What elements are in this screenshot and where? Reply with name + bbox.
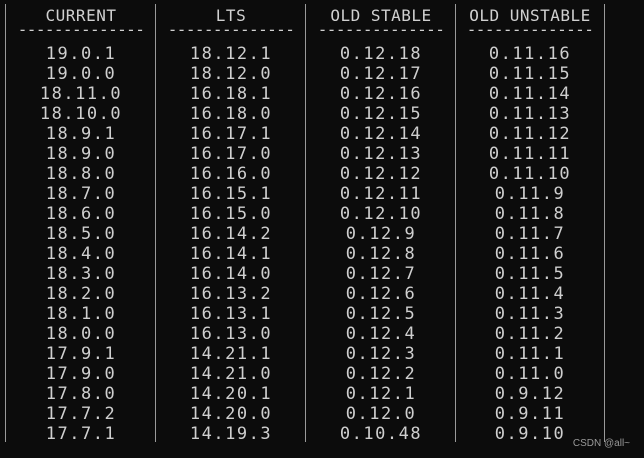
terminal-window: CURRENT -------------- 19.0.1 19.0.0 18.11… (0, 0, 644, 458)
version-cell: 0.11.9 (494, 184, 566, 204)
version-list-current: 19.0.1 19.0.0 18.11.0 18.10.0 18.9.1 18.9.0 18… (8, 44, 154, 444)
version-cell: 14.20.0 (189, 404, 273, 424)
version-cell: 17.9.1 (45, 344, 117, 364)
version-cell: 18.9.0 (45, 144, 117, 164)
version-list-old-stable: 0.12.18 0.12.17 0.12.16 0.12.15 0.12.14 0.12.… (308, 44, 454, 444)
version-cell: 0.11.6 (494, 244, 566, 264)
column-border-left (5, 4, 6, 442)
version-cell: 16.18.0 (189, 104, 273, 124)
version-cell: 0.11.10 (488, 164, 572, 184)
version-cell: 0.12.1 (345, 384, 417, 404)
header-separator: -------------- (466, 20, 594, 39)
version-cell: 0.11.1 (494, 344, 566, 364)
version-cell: 0.12.8 (345, 244, 417, 264)
version-cell: 0.11.7 (494, 224, 566, 244)
version-cell: 0.11.13 (488, 104, 572, 124)
version-cell: 16.14.1 (189, 244, 273, 264)
version-cell: 0.11.12 (488, 124, 572, 144)
version-cell: 0.12.10 (339, 204, 423, 224)
version-cell: 0.12.9 (345, 224, 417, 244)
version-cell: 0.12.12 (339, 164, 423, 184)
version-cell: 16.16.0 (189, 164, 273, 184)
version-cell: 17.9.0 (45, 364, 117, 384)
version-cell: 16.13.0 (189, 324, 273, 344)
version-cell: 18.10.0 (39, 104, 123, 124)
version-cell: 18.3.0 (45, 264, 117, 284)
column-border-right (604, 4, 605, 442)
version-cell: 17.7.1 (45, 424, 117, 444)
version-cell: 0.12.18 (339, 44, 423, 64)
version-cell: 16.13.2 (189, 284, 273, 304)
header-separator: -------------- (17, 20, 145, 39)
version-cell: 0.12.14 (339, 124, 423, 144)
version-cell: 16.17.0 (189, 144, 273, 164)
version-cell: 0.10.48 (339, 424, 423, 444)
version-cell: 16.13.1 (189, 304, 273, 324)
version-cell: 0.11.11 (488, 144, 572, 164)
version-cell: 16.17.1 (189, 124, 273, 144)
version-cell: 16.14.0 (189, 264, 273, 284)
version-cell: 0.12.17 (339, 64, 423, 84)
version-cell: 18.5.0 (45, 224, 117, 244)
version-cell: 16.14.2 (189, 224, 273, 244)
column-border-2 (305, 4, 306, 442)
version-cell: 16.18.1 (189, 84, 273, 104)
version-cell: 0.11.4 (494, 284, 566, 304)
version-cell: 0.12.4 (345, 324, 417, 344)
version-cell: 19.0.0 (45, 64, 117, 84)
version-cell: 0.11.14 (488, 84, 572, 104)
version-cell: 0.12.5 (345, 304, 417, 324)
version-cell: 0.9.11 (494, 404, 566, 424)
header-separator: -------------- (317, 20, 445, 39)
version-cell: 0.11.8 (494, 204, 566, 224)
header-separator: -------------- (167, 20, 295, 39)
version-cell: 18.1.0 (45, 304, 117, 324)
version-cell: 16.15.1 (189, 184, 273, 204)
version-cell: 0.12.6 (345, 284, 417, 304)
version-cell: 0.12.3 (345, 344, 417, 364)
version-cell: 18.4.0 (45, 244, 117, 264)
version-cell: 18.6.0 (45, 204, 117, 224)
version-cell: 18.2.0 (45, 284, 117, 304)
version-cell: 0.12.11 (339, 184, 423, 204)
version-cell: 0.11.3 (494, 304, 566, 324)
watermark: CSDN @all~ (572, 438, 630, 449)
version-cell: 18.7.0 (45, 184, 117, 204)
version-cell: 14.21.0 (189, 364, 273, 384)
version-cell: 19.0.1 (45, 44, 117, 64)
version-cell: 0.11.15 (488, 64, 572, 84)
version-cell: 0.12.16 (339, 84, 423, 104)
version-cell: 16.15.0 (189, 204, 273, 224)
version-cell: 0.12.7 (345, 264, 417, 284)
version-cell: 14.20.1 (189, 384, 273, 404)
version-cell: 18.12.0 (189, 64, 273, 84)
version-cell: 17.7.2 (45, 404, 117, 424)
version-cell: 18.8.0 (45, 164, 117, 184)
version-cell: 0.11.16 (488, 44, 572, 64)
version-cell: 14.19.3 (189, 424, 273, 444)
version-cell: 14.21.1 (189, 344, 273, 364)
version-cell: 0.9.12 (494, 384, 566, 404)
version-cell: 18.0.0 (45, 324, 117, 344)
version-cell: 18.12.1 (189, 44, 273, 64)
version-list-old-unstable: 0.11.16 0.11.15 0.11.14 0.11.13 0.11.12 0.11.… (458, 44, 602, 444)
version-cell: 0.12.2 (345, 364, 417, 384)
version-cell: 0.11.0 (494, 364, 566, 384)
version-cell: 0.12.0 (345, 404, 417, 424)
version-cell: 18.11.0 (39, 84, 123, 104)
version-cell: 18.9.1 (45, 124, 117, 144)
version-cell: 0.11.5 (494, 264, 566, 284)
version-cell: 0.11.2 (494, 324, 566, 344)
version-cell: 17.8.0 (45, 384, 117, 404)
column-border-1 (155, 4, 156, 442)
version-cell: 0.12.15 (339, 104, 423, 124)
version-list-lts: 18.12.1 18.12.0 16.18.1 16.18.0 16.17.1 16.17… (158, 44, 304, 444)
version-cell: 0.12.13 (339, 144, 423, 164)
column-border-3 (455, 4, 456, 442)
